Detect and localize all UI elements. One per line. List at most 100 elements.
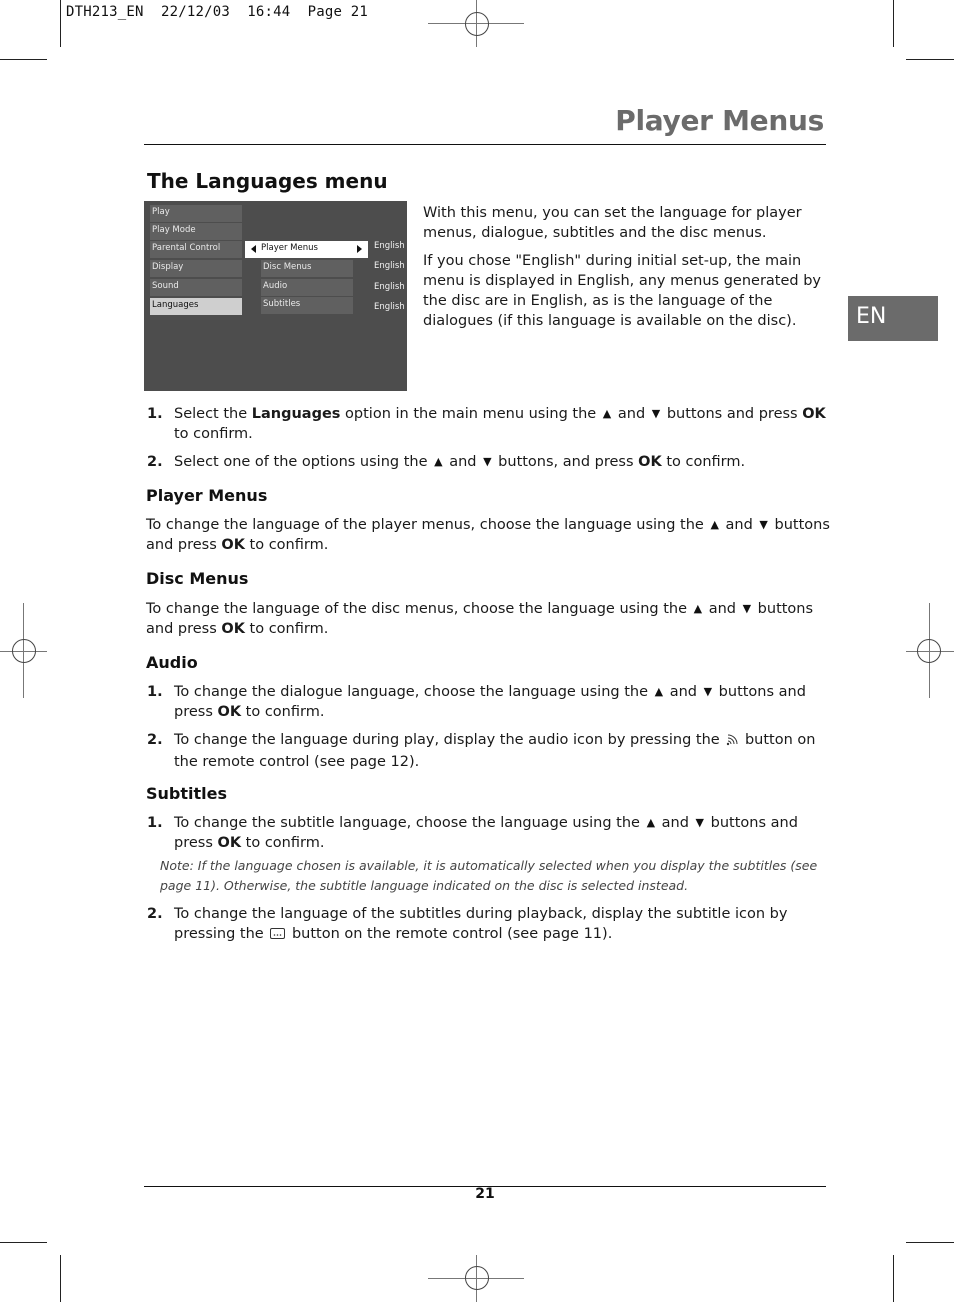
text-run: To change the language during play, disp… — [174, 732, 720, 748]
ok-key: OK — [638, 454, 662, 470]
main-menu-item-sound[interactable]: Sound — [150, 279, 242, 296]
step-number: 1. — [147, 684, 163, 700]
step-number: 1. — [147, 406, 163, 422]
step-number: 2. — [147, 732, 163, 748]
crop-mark — [893, 1255, 894, 1302]
step-2: 2. Select one of the options using the ▲… — [147, 452, 832, 472]
audio-value: English — [374, 282, 405, 292]
reg-circle — [917, 639, 941, 663]
disc-menus-value: English — [374, 261, 405, 271]
ok-key: OK — [221, 537, 245, 553]
submenu-item-label: Disc Menus — [263, 262, 312, 272]
text-run: To change the subtitle language, choose … — [174, 815, 640, 831]
paragraph-disc-menus: To change the language of the disc menus… — [146, 599, 831, 639]
subtitles-note: Note: If the language chosen is availabl… — [160, 858, 818, 893]
menu-item-label: Parental Control — [152, 243, 221, 253]
submenu-item-player-menus[interactable]: Player Menus — [245, 241, 368, 258]
main-menu-item-parental-control[interactable]: Parental Control — [150, 241, 242, 258]
up-arrow-icon: ▲ — [434, 455, 443, 468]
crop-mark — [893, 0, 894, 47]
text-run: buttons, and press — [498, 454, 634, 470]
subtitles-value: English — [374, 302, 405, 312]
reg-circle — [465, 12, 489, 36]
step-number: 2. — [147, 906, 163, 922]
text-run: to confirm. — [174, 426, 253, 442]
arrow-left-icon[interactable] — [251, 245, 256, 253]
submenu-item-label: Player Menus — [261, 243, 318, 253]
heading-disc-menus: Disc Menus — [146, 569, 249, 588]
main-menu-item-play-mode[interactable]: Play Mode — [150, 223, 242, 240]
text-run: To change the language of the player men… — [146, 517, 704, 533]
step-text: To change the language of the subtitles … — [174, 904, 832, 946]
bold-term: Languages — [251, 406, 341, 422]
audio-step-1: 1. To change the dialogue language, choo… — [147, 682, 832, 722]
print-slug: DTH213_EN 22/12/03 16:44 Page 21 — [66, 4, 368, 20]
arrow-right-icon[interactable] — [357, 245, 362, 253]
heading-player-menus: Player Menus — [146, 486, 268, 505]
menu-item-label: Play — [152, 207, 170, 217]
slug-job: DTH213_EN — [66, 4, 144, 20]
audio-step-2: 2. To change the language during play, d… — [147, 730, 832, 772]
text-run: and — [617, 406, 646, 422]
text-run: and — [669, 684, 697, 700]
down-arrow-icon: ▼ — [651, 407, 661, 420]
reg-circle — [12, 639, 36, 663]
up-arrow-icon: ▲ — [654, 685, 664, 698]
text-run: To change the language of the disc menus… — [146, 601, 688, 617]
step-1: 1. Select the Languages option in the ma… — [147, 404, 832, 444]
intro-text: With this menu, you can set the language… — [423, 203, 828, 339]
main-menu-item-languages[interactable]: Languages — [150, 298, 242, 315]
menu-item-label: Display — [152, 262, 184, 272]
crop-mark — [906, 59, 954, 60]
crop-mark — [906, 1242, 954, 1243]
up-arrow-icon: ▲ — [602, 407, 612, 420]
down-arrow-icon: ▼ — [483, 455, 492, 468]
languages-menu-screen: Play Play Mode Parental Control Display … — [144, 201, 407, 391]
step-text: Select one of the options using the ▲ an… — [174, 452, 832, 472]
page-number: 21 — [475, 1186, 495, 1202]
submenu-item-audio[interactable]: Audio — [261, 279, 353, 296]
text-run: option in the main menu using the — [340, 406, 597, 422]
section-title: The Languages menu — [147, 169, 388, 193]
down-arrow-icon: ▼ — [759, 518, 768, 531]
step-text: Select the Languages option in the main … — [174, 404, 832, 444]
intro-paragraph: If you chose "English" during initial se… — [423, 253, 821, 329]
main-menu-item-play[interactable]: Play — [150, 205, 242, 222]
ok-key: OK — [221, 621, 245, 637]
down-arrow-icon: ▼ — [742, 602, 752, 615]
subtitles-step-2: 2. To change the language of the subtitl… — [147, 904, 832, 946]
ok-key: OK — [802, 406, 826, 422]
crop-mark — [60, 1255, 61, 1302]
heading-audio: Audio — [146, 653, 198, 672]
text-run: to confirm. — [245, 835, 325, 851]
step-number: 2. — [147, 454, 163, 470]
menu-item-label: Play Mode — [152, 225, 196, 235]
reg-circle — [465, 1266, 489, 1290]
text-run: to confirm. — [249, 537, 329, 553]
slug-page: Page 21 — [307, 4, 369, 20]
player-menus-value: English — [374, 241, 405, 251]
up-arrow-icon: ▲ — [710, 518, 719, 531]
text-run: and — [661, 815, 689, 831]
down-arrow-icon: ▼ — [695, 816, 705, 829]
text-run: and — [725, 517, 753, 533]
slug-date: 22/12/03 — [160, 4, 230, 20]
submenu-item-disc-menus[interactable]: Disc Menus — [261, 260, 353, 277]
ok-key: OK — [217, 835, 242, 851]
text-run: to confirm. — [666, 454, 746, 470]
crop-mark — [60, 0, 61, 47]
up-arrow-icon: ▲ — [693, 602, 703, 615]
subtitle-button-icon — [270, 926, 286, 946]
ok-key: OK — [217, 704, 242, 720]
text-run: button on the remote control (see page 1… — [291, 926, 613, 942]
text-run: buttons and press — [666, 406, 798, 422]
header-divider — [144, 144, 826, 145]
text-run: to confirm. — [249, 621, 329, 637]
submenu-item-subtitles[interactable]: Subtitles — [261, 297, 353, 314]
text-run: Select the — [174, 406, 252, 422]
step-text: To change the language during play, disp… — [174, 730, 832, 772]
text-run: Select one of the options using the — [174, 454, 428, 470]
menu-item-label: Sound — [152, 281, 179, 291]
main-menu-item-display[interactable]: Display — [150, 260, 242, 277]
text-run: to confirm. — [245, 704, 325, 720]
